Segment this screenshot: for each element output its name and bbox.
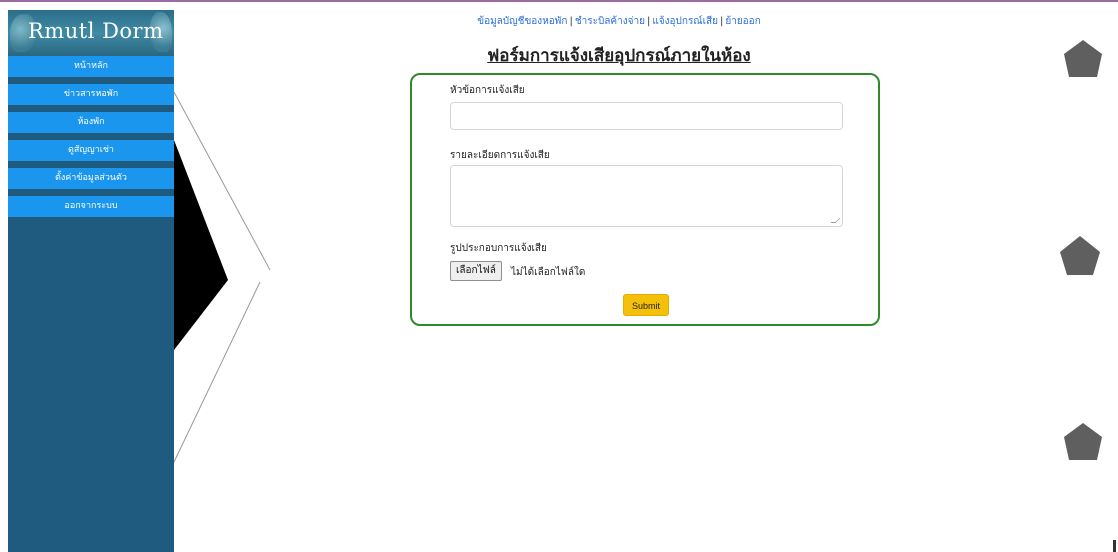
- file-status-text: ไม่ได้เลือกไฟล์ใด: [511, 267, 586, 278]
- sidebar-item-rooms[interactable]: ห้องพัก: [8, 112, 174, 133]
- submit-button[interactable]: Submit: [623, 294, 669, 316]
- sidebar-item-lease[interactable]: ดูสัญญาเช่า: [8, 140, 174, 161]
- subject-input[interactable]: [450, 102, 843, 130]
- decorative-line-lower: [173, 281, 261, 463]
- corner-mark: [1113, 540, 1116, 552]
- nav-link-account[interactable]: ข้อมูลบัญชีของหอพัก: [477, 16, 567, 27]
- detail-textarea[interactable]: [450, 165, 843, 227]
- nav-link-report-broken[interactable]: แจ้งอุปกรณ์เสีย: [652, 16, 718, 27]
- sidebar-item-logout[interactable]: ออกจากระบบ: [8, 196, 174, 217]
- image-label: รูปประกอบการแจ้งเสีย: [450, 243, 547, 254]
- sidebar: Rmutl Dorm หน้าหลัก ข่าวสารหอพัก ห้องพัก…: [8, 10, 174, 552]
- nav-link-pay-bill[interactable]: ชำระบิลค้างจ่าย: [575, 16, 645, 27]
- resize-handle-icon[interactable]: [830, 218, 841, 223]
- top-border-line: [0, 0, 1118, 2]
- pentagon-shape-middle: [1060, 236, 1100, 275]
- black-arrow-shape: [174, 140, 228, 350]
- sidebar-item-news[interactable]: ข่าวสารหอพัก: [8, 84, 174, 105]
- top-nav: ข้อมูลบัญชีของหอพัก | ชำระบิลค้างจ่าย | แจ้ง…: [0, 14, 1118, 29]
- sidebar-menu: หน้าหลัก ข่าวสารหอพัก ห้องพัก ดูสัญญาเช่…: [8, 56, 174, 217]
- choose-file-button[interactable]: เลือกไฟล์: [450, 261, 502, 281]
- nav-link-move-out[interactable]: ย้ายออก: [725, 16, 760, 27]
- decorative-line-upper: [173, 91, 271, 271]
- page-title: ฟอร์มการแจ้งเสียอุปกรณ์ภายในห้อง: [487, 46, 751, 66]
- nav-separator: |: [569, 16, 573, 27]
- repair-request-form: หัวข้อการแจ้งเสีย รายละเอียดการแจ้งเสีย …: [410, 73, 880, 326]
- sidebar-item-profile-settings[interactable]: ตั้งค่าข้อมูลส่วนตัว: [8, 168, 174, 189]
- detail-label: รายละเอียดการแจ้งเสีย: [450, 150, 550, 161]
- pentagon-shape-bottom: [1064, 423, 1102, 460]
- subject-label: หัวข้อการแจ้งเสีย: [450, 85, 525, 96]
